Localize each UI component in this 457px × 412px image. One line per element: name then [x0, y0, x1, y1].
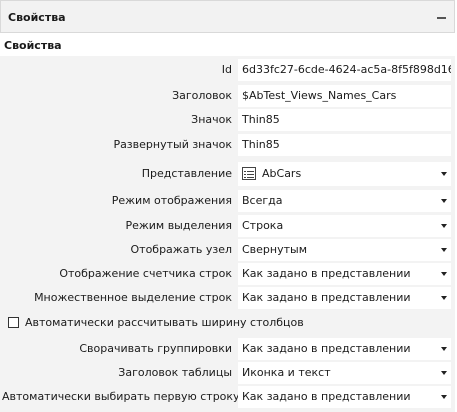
table-header-select[interactable]: Иконка и текст [238, 362, 451, 384]
property-label: Представление [141, 167, 232, 180]
select-value: Как задано в представлении [242, 342, 411, 355]
panel-title: Свойства [8, 11, 66, 24]
show-node-select[interactable]: Свернутым [238, 239, 451, 261]
property-row-multi-select: Множественное выделение строк Как задано… [2, 286, 453, 310]
select-value: Свернутым [242, 243, 308, 256]
property-label: Отображение счетчика строк [59, 267, 232, 280]
select-value: Как задано в представлении [242, 390, 411, 403]
id-field[interactable]: 6d33fc27-6cde-4624-ac5a-8f5f898d16 [238, 59, 451, 81]
chevron-down-icon [441, 296, 447, 300]
chevron-down-icon [441, 272, 447, 276]
select-value: Как задано в представлении [242, 291, 411, 304]
property-label: Режим выделения [125, 219, 232, 232]
row-counter-select[interactable]: Как задано в представлении [238, 263, 451, 285]
properties-panel-header: Свойства [0, 0, 455, 33]
property-row-id: Id 6d33fc27-6cde-4624-ac5a-8f5f898d16 [2, 58, 453, 82]
property-row-caption: Заголовок $AbTest_Views_Names_Cars [2, 84, 453, 108]
auto-column-width-checkbox[interactable] [8, 317, 19, 328]
property-grid: Id 6d33fc27-6cde-4624-ac5a-8f5f898d16 За… [0, 56, 455, 412]
select-value: Иконка и текст [242, 366, 331, 379]
property-row-auto-first-row: Автоматически выбирать первую строку Как… [2, 385, 453, 409]
property-row-display-mode: Режим отображения Всегда [2, 189, 453, 213]
collapse-icon[interactable] [436, 10, 448, 22]
property-label: Отображать узел [130, 243, 233, 256]
property-label: Сворачивать группировки [79, 342, 232, 355]
property-row-collapse-groups: Сворачивать группировки Как задано в пре… [2, 337, 453, 361]
selection-mode-select[interactable]: Строка [238, 215, 451, 237]
multi-select-select[interactable]: Как задано в представлении [238, 287, 451, 309]
property-row-row-counter: Отображение счетчика строк Как задано в … [2, 262, 453, 286]
caption-field[interactable]: $AbTest_Views_Names_Cars [238, 85, 451, 107]
property-label: Развернутый значок [113, 138, 232, 151]
chevron-down-icon [441, 199, 447, 203]
property-label: Id [221, 63, 232, 76]
view-select-value: AbCars [262, 167, 302, 180]
property-label: Заголовок таблицы [118, 366, 232, 379]
chevron-down-icon [441, 371, 447, 375]
collapse-groups-select[interactable]: Как задано в представлении [238, 338, 451, 360]
property-row-expanded-icon: Развернутый значок Thin85 [2, 133, 453, 157]
chevron-down-icon [441, 395, 447, 399]
chevron-down-icon [441, 347, 447, 351]
property-row-show-node: Отображать узел Свернутым [2, 238, 453, 262]
select-value: Строка [242, 219, 284, 232]
property-row-selection-mode: Режим выделения Строка [2, 214, 453, 238]
view-select[interactable]: AbCars [238, 162, 451, 186]
property-label: Множественное выделение строк [34, 291, 232, 304]
chevron-down-icon [441, 224, 447, 228]
property-row-table-header: Заголовок таблицы Иконка и текст [2, 361, 453, 385]
section-title: Свойства [4, 39, 62, 52]
property-label: Значок [191, 113, 232, 126]
icon-field[interactable]: Thin85 [238, 109, 451, 131]
select-value: Всегда [242, 194, 283, 207]
property-row-icon: Значок Thin85 [2, 108, 453, 132]
property-label: Заголовок [172, 89, 232, 102]
chevron-down-icon [441, 172, 447, 176]
property-label: Автоматически выбирать первую строку [2, 390, 240, 403]
display-mode-select[interactable]: Всегда [238, 190, 451, 212]
property-label: Режим отображения [111, 194, 232, 207]
auto-column-width-row: Автоматически рассчитывать ширину столбц… [2, 311, 453, 335]
table-view-icon [242, 166, 256, 180]
property-row-view: Представление AbCars [2, 161, 453, 187]
auto-first-row-select[interactable]: Как задано в представлении [238, 386, 451, 408]
expanded-icon-field[interactable]: Thin85 [238, 134, 451, 156]
checkbox-label: Автоматически рассчитывать ширину столбц… [25, 316, 304, 329]
select-value: Как задано в представлении [242, 267, 411, 280]
chevron-down-icon [441, 248, 447, 252]
